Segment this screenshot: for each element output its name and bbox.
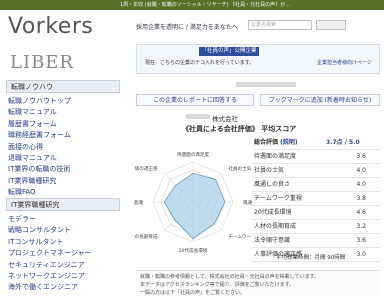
score-label: チームワーク重視 [254, 195, 302, 202]
score-label: 風通しの良さ [254, 181, 291, 188]
note-line-3: 一般の方は以下「社員の声」をご覧ください。 [140, 290, 246, 296]
vorkers-logo[interactable]: Vorkers [8, 14, 93, 39]
it-jobs-nav-item-1[interactable]: 戦略コンサルタント [8, 225, 128, 236]
overall-label: 総合評価 (説明) [254, 139, 298, 146]
score-value: 4.0 [356, 181, 366, 188]
score-label: 法令順守意識 [254, 237, 291, 244]
radar-axis-label: 風通しの良さ [243, 199, 252, 206]
it-jobs-nav-item-2[interactable]: ITコンサルタント [8, 237, 128, 248]
blurred-company-name [186, 114, 210, 119]
score-row: 法令順守意識 3.6 [252, 234, 380, 248]
it-jobs-nav-item-6[interactable]: 海外で働くエンジニア [8, 282, 128, 293]
search-row: 採用企業を透明に / 満足力をあなたへ 企業名検索 [136, 20, 381, 34]
career-nav-item-5[interactable]: 退職マニュアル [8, 153, 128, 164]
it-jobs-nav-item-5[interactable]: ネットワークエンジニア [8, 271, 128, 282]
it-jobs-nav-item-0[interactable]: モデラー [8, 214, 128, 225]
action-buttons: この企業のレポートに回答する ブックマークに追加 (新着時お知らせ) [136, 94, 380, 106]
overall-score: 3.7点 / 5.0 [326, 139, 360, 146]
company-url-line [196, 80, 336, 90]
radar-axis-label: チームワーク重視 [228, 233, 252, 240]
radar-axis-label: 法令順守意識 [134, 199, 143, 206]
bookmark-button[interactable]: ブックマークに追加 (新着時お知らせ) [260, 94, 380, 106]
liber-logo[interactable]: LIBER [10, 52, 74, 73]
score-value: 3.2 [356, 223, 366, 230]
career-nav-item-8[interactable]: 転職FAQ [8, 187, 128, 198]
it-jobs-nav-item-4[interactable]: セキュリティエンジニア [8, 260, 128, 271]
it-jobs-nav-item-3[interactable]: プロジェクトマネージャー [8, 248, 128, 259]
radar-chart: 待遇面の満足度社員の士気風通しの良さチームワーク重視 20代成長環境 人材の長期育成… [134, 151, 252, 254]
score-label: 20代成長環境 [254, 209, 292, 216]
overall-score-row: 総合評価 (説明) 3.7点 / 5.0 [252, 136, 380, 150]
score-value: 3.0 [356, 251, 366, 258]
score-label: 社員の士気 [254, 167, 285, 174]
score-value: 4.0 [356, 167, 366, 174]
company-title: 株式会社 [212, 115, 238, 123]
note-line-2: 本データはアクセスランキング等で紹介、評価をご覧いただけます。 [140, 282, 295, 288]
score-row: チームワーク重視 3.8 [252, 192, 380, 206]
career-nav-item-4[interactable]: 面接の心得 [8, 142, 128, 153]
radar-data-area [163, 172, 226, 240]
score-value: 4.6 [356, 209, 366, 216]
notes-box: 就職・転職の参考情報として、株式会社の社員・元社員の声を掲載しています。 本デー… [136, 270, 380, 296]
career-nav-item-7[interactable]: IT業界職種研究 [8, 176, 128, 187]
score-row: 待遇面の満足度 3.6 [252, 150, 380, 164]
top-banner-text: 1周・年収 (就職・転職のソーシャル・リサーチ) 《社員・元社員の声》が… [120, 2, 291, 8]
search-tagline: 採用企業を透明に / 満足力をあなたへ [136, 24, 238, 31]
it-jobs-nav-list: モデラー 戦略コンサルタント ITコンサルタント プロジェクトマネージャー セキュリティ… [8, 214, 128, 294]
career-nav-list: 転職ノウハウトップ 転職マニュアル 履歴書フォーム 職務経歴書フォーム 面接の心得 退職マ… [8, 96, 128, 199]
career-nav-item-6[interactable]: IT業界の転職の技術 [8, 164, 128, 175]
score-table: 総合評価 (説明) 3.7点 / 5.0 待遇面の満足度 3.6 社員の士気 4.0 風… [252, 136, 380, 262]
radar-axis-label: 人事評価の適正感 [134, 165, 158, 172]
search-input[interactable]: 企業名検索 [248, 20, 312, 30]
radar-axis-label: 人材の長期育成 [134, 233, 158, 240]
radar-axis-label: 20代成長環境 [179, 247, 208, 254]
career-nav-item-3[interactable]: 職務経歴書フォーム [8, 130, 128, 141]
score-row: 人材の長期育成 3.2 [252, 220, 380, 234]
section-title-it-jobs: IT業界職種研究 [6, 198, 120, 211]
voice-panel: 「社員の声」公開企業 現在、こちらの企業のテコ入れを行っています。 企業担当者様… [136, 44, 380, 74]
blurred-url [236, 82, 296, 87]
panel-description: 現在、こちらの企業のテコ入れを行っています。 [145, 60, 255, 66]
career-nav-item-0[interactable]: 転職ノウハウトップ [8, 96, 128, 107]
radar-axis-label: 社員の士気 [228, 165, 251, 172]
note-line-1: 就職・転職の参考情報として、株式会社の社員・元社員の声を掲載しています。 [140, 274, 319, 280]
score-value: 3.8 [356, 195, 366, 202]
score-label: 人材の長期育成 [254, 223, 297, 230]
score-row: 20代成長環境 4.6 [252, 206, 380, 220]
score-row: 社員の士気 4.0 [252, 164, 380, 178]
main-content: 採用企業を透明に / 満足力をあなたへ 企業名検索 「社員の声」公開企業 現在、… [134, 10, 384, 296]
radar-axis-label: 待遇面の満足度 [177, 151, 210, 158]
career-nav-item-1[interactable]: 転職マニュアル [8, 107, 128, 118]
score-row: 風通しの良さ 4.0 [252, 178, 380, 192]
career-nav-item-2[interactable]: 履歴書フォーム [8, 119, 128, 130]
search-button[interactable] [316, 20, 346, 30]
answer-report-button[interactable]: この企業のレポートに回答する [136, 94, 254, 106]
left-sidebar: Vorkers LIBER 転職ノウハウ 転職ノウハウトップ 転職マニュアル 履歴書… [0, 10, 132, 291]
avg-overtime: 平均残業時間：月間 90時間 [276, 255, 346, 261]
company-admin-link[interactable]: 企業担当者様向けページ [317, 59, 372, 66]
score-value: 3.6 [356, 237, 366, 244]
voice-badge: 「社員の声」公開企業 [199, 47, 259, 56]
section-title-career: 転職ノウハウ [6, 80, 120, 93]
score-title: 《社員による会社評価》 平均スコア [182, 125, 297, 133]
score-value: 3.6 [356, 153, 366, 160]
score-label: 待遇面の満足度 [254, 153, 297, 160]
top-banner: 1周・年収 (就職・転職のソーシャル・リサーチ) 《社員・元社員の声》が… [0, 0, 384, 10]
